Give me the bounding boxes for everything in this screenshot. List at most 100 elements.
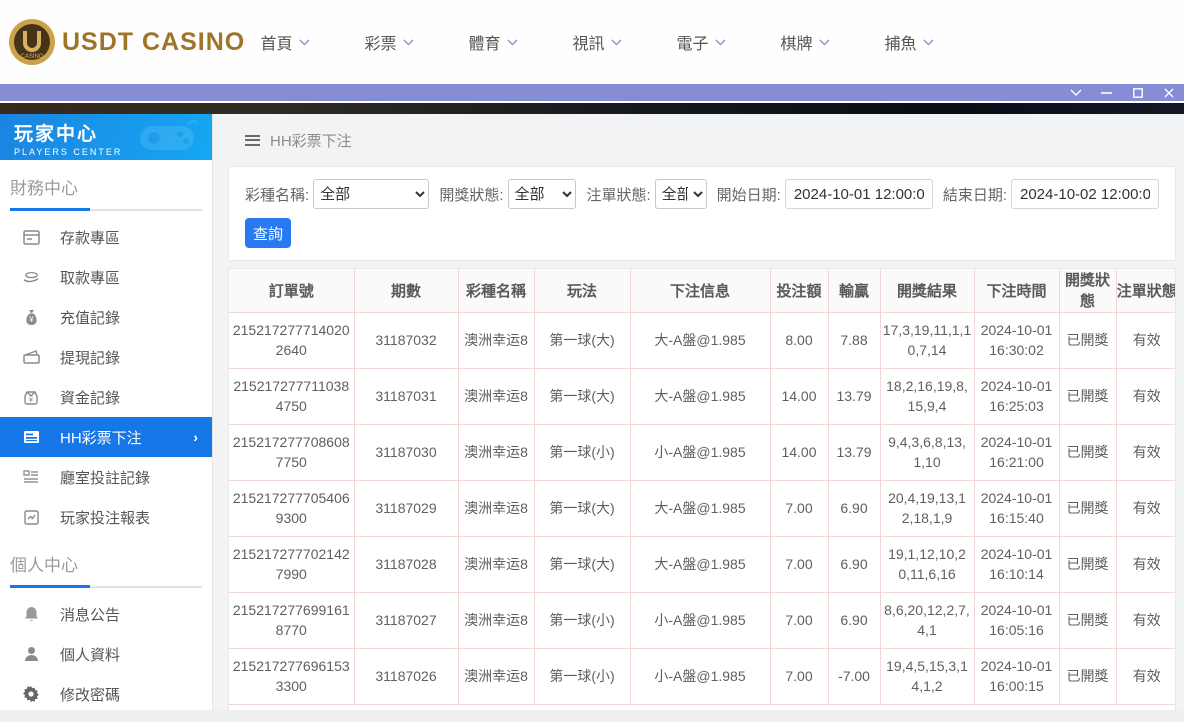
logo[interactable]: CASINO USDT CASINO — [0, 18, 215, 66]
table-cell: 澳洲幸运8 — [458, 480, 534, 536]
table-cell: 大-A盤@1.985 — [630, 480, 770, 536]
svg-text:CASINO: CASINO — [20, 54, 43, 60]
order-status-select[interactable]: 全部 — [655, 179, 707, 209]
user-icon — [22, 645, 40, 663]
chevron-down-icon — [507, 39, 518, 46]
search-button[interactable]: 查詢 — [245, 218, 291, 248]
table-cell: 有效 — [1116, 312, 1176, 368]
chevron-down-icon — [923, 39, 934, 46]
draw-status-label: 開獎狀態: — [439, 184, 503, 205]
table-cell: 31187026 — [354, 648, 458, 704]
column-header: 下注時間 — [974, 269, 1059, 312]
table-cell: 2152172777021427990 — [229, 536, 354, 592]
nav-item-3[interactable]: 視訊 — [545, 30, 649, 54]
sidebar-item-user[interactable]: 個人資料 — [0, 634, 212, 674]
main-content: HH彩票下注 彩種名稱: 全部 開獎狀態: 全部 注單狀態: 全部 開始日期: … — [213, 114, 1184, 720]
logo-coin-icon: CASINO — [8, 18, 56, 66]
lottery-name-label: 彩種名稱: — [245, 184, 309, 205]
sidebar-item-label: 廳室投註記錄 — [60, 467, 150, 488]
table-cell: 7.00 — [770, 592, 828, 648]
sidebar-item-bell[interactable]: 消息公告 — [0, 594, 212, 634]
sidebar-menu: 財務中心存款專區取款專區¥充值記錄提現記錄¥資金記錄HH彩票下注›廳室投註記錄玩… — [0, 160, 212, 714]
nav-item-1[interactable]: 彩票 — [337, 30, 441, 54]
table-row: 215217277699161877031187027澳洲幸运8第一球(小)小-… — [229, 592, 1176, 648]
nav-item-0[interactable]: 首頁 — [233, 30, 337, 54]
table-cell: 澳洲幸运8 — [458, 424, 534, 480]
collapse-icon[interactable] — [1060, 83, 1091, 102]
start-date-input[interactable] — [785, 179, 933, 209]
table-cell: 有效 — [1116, 424, 1176, 480]
sidebar-item-label: 充值記錄 — [60, 307, 120, 328]
sidebar-item-funds-record[interactable]: ¥ 資金記錄 — [0, 377, 212, 417]
report-icon — [22, 508, 40, 526]
sidebar-item-report[interactable]: 玩家投注報表 — [0, 497, 212, 537]
table-cell: 31187027 — [354, 592, 458, 648]
end-date-input[interactable] — [1011, 179, 1159, 209]
sidebar-item-lottery-bet[interactable]: HH彩票下注› — [0, 417, 212, 457]
deposit-icon — [22, 228, 40, 246]
table-cell: 已開獎 — [1059, 368, 1116, 424]
maximize-icon[interactable] — [1122, 83, 1153, 102]
end-date-label: 結束日期: — [943, 184, 1007, 205]
minimize-icon[interactable] — [1091, 83, 1122, 102]
sidebar-item-room-bet[interactable]: 廳室投註記錄 — [0, 457, 212, 497]
table-cell: 有效 — [1116, 536, 1176, 592]
nav-item-4[interactable]: 電子 — [649, 30, 753, 54]
column-header: 玩法 — [534, 269, 630, 312]
table-cell: 31187028 — [354, 536, 458, 592]
table-cell: 已開獎 — [1059, 480, 1116, 536]
sidebar-item-gear[interactable]: 修改密碼 — [0, 674, 212, 714]
nav-item-6[interactable]: 捕魚 — [857, 30, 961, 54]
horizontal-scrollbar[interactable] — [0, 710, 1184, 722]
bets-table: 訂單號期數彩種名稱玩法下注信息投注額輸贏開獎結果下注時間開獎狀態注單狀態 215… — [229, 269, 1176, 705]
table-cell: 澳洲幸运8 — [458, 368, 534, 424]
table-cell: 17,3,19,11,1,10,7,14 — [880, 312, 974, 368]
main-nav: 首頁彩票體育 視訊 電子 棋牌 捕魚 — [233, 30, 961, 54]
chevron-down-icon — [819, 39, 830, 46]
table-cell: 2024-10-01 16:30:02 — [974, 312, 1059, 368]
table-cell: 有效 — [1116, 648, 1176, 704]
table-cell: 6.90 — [828, 480, 880, 536]
table-cell: 大-A盤@1.985 — [630, 368, 770, 424]
menu-toggle-icon[interactable] — [245, 135, 260, 146]
sidebar-item-label: 資金記錄 — [60, 387, 120, 408]
sidebar-item-deposit[interactable]: 存款專區 — [0, 217, 212, 257]
table-cell: 有效 — [1116, 368, 1176, 424]
sidebar-item-withdrawal-record[interactable]: 提現記錄 — [0, 337, 212, 377]
nav-item-5[interactable]: 棋牌 — [753, 30, 857, 54]
table-cell: 第一球(小) — [534, 592, 630, 648]
withdrawal-record-icon — [22, 348, 40, 366]
lottery-name-select[interactable]: 全部 — [313, 179, 429, 209]
table-row: 215217277705406930031187029澳洲幸运8第一球(大)大-… — [229, 480, 1176, 536]
nav-item-label: 視訊 — [572, 30, 604, 54]
svg-text:¥: ¥ — [28, 315, 34, 324]
table-cell: 31187030 — [354, 424, 458, 480]
decor-strip — [0, 103, 1184, 114]
sidebar-item-label: 玩家投注報表 — [60, 507, 150, 528]
sidebar-item-withdraw[interactable]: 取款專區 — [0, 257, 212, 297]
close-icon[interactable] — [1153, 83, 1184, 102]
table-cell: 第一球(小) — [534, 648, 630, 704]
sidebar-item-label: 提現記錄 — [60, 347, 120, 368]
funds-record-icon: ¥ — [22, 388, 40, 406]
table-cell: 已開獎 — [1059, 312, 1116, 368]
column-header: 彩種名稱 — [458, 269, 534, 312]
table-cell: 6.90 — [828, 592, 880, 648]
table-cell: 澳洲幸运8 — [458, 592, 534, 648]
table-cell: 2024-10-01 16:05:16 — [974, 592, 1059, 648]
table-cell: 第一球(大) — [534, 368, 630, 424]
column-header: 輸贏 — [828, 269, 880, 312]
nav-item-label: 棋牌 — [780, 30, 812, 54]
room-bet-icon — [22, 468, 40, 486]
table-cell: 2152172777086087750 — [229, 424, 354, 480]
table-cell: 8,6,20,12,2,7,4,1 — [880, 592, 974, 648]
sidebar-item-label: 消息公告 — [60, 604, 120, 625]
nav-item-2[interactable]: 體育 — [441, 30, 545, 54]
sidebar-item-recharge-record[interactable]: ¥ 充值記錄 — [0, 297, 212, 337]
table-cell: 2024-10-01 16:25:03 — [974, 368, 1059, 424]
table-cell: 小-A盤@1.985 — [630, 424, 770, 480]
column-header: 注單狀態 — [1116, 269, 1176, 312]
draw-status-select[interactable]: 全部 — [508, 179, 577, 209]
table-cell: 31187029 — [354, 480, 458, 536]
sidebar-section-header: 個人中心 — [0, 537, 212, 586]
